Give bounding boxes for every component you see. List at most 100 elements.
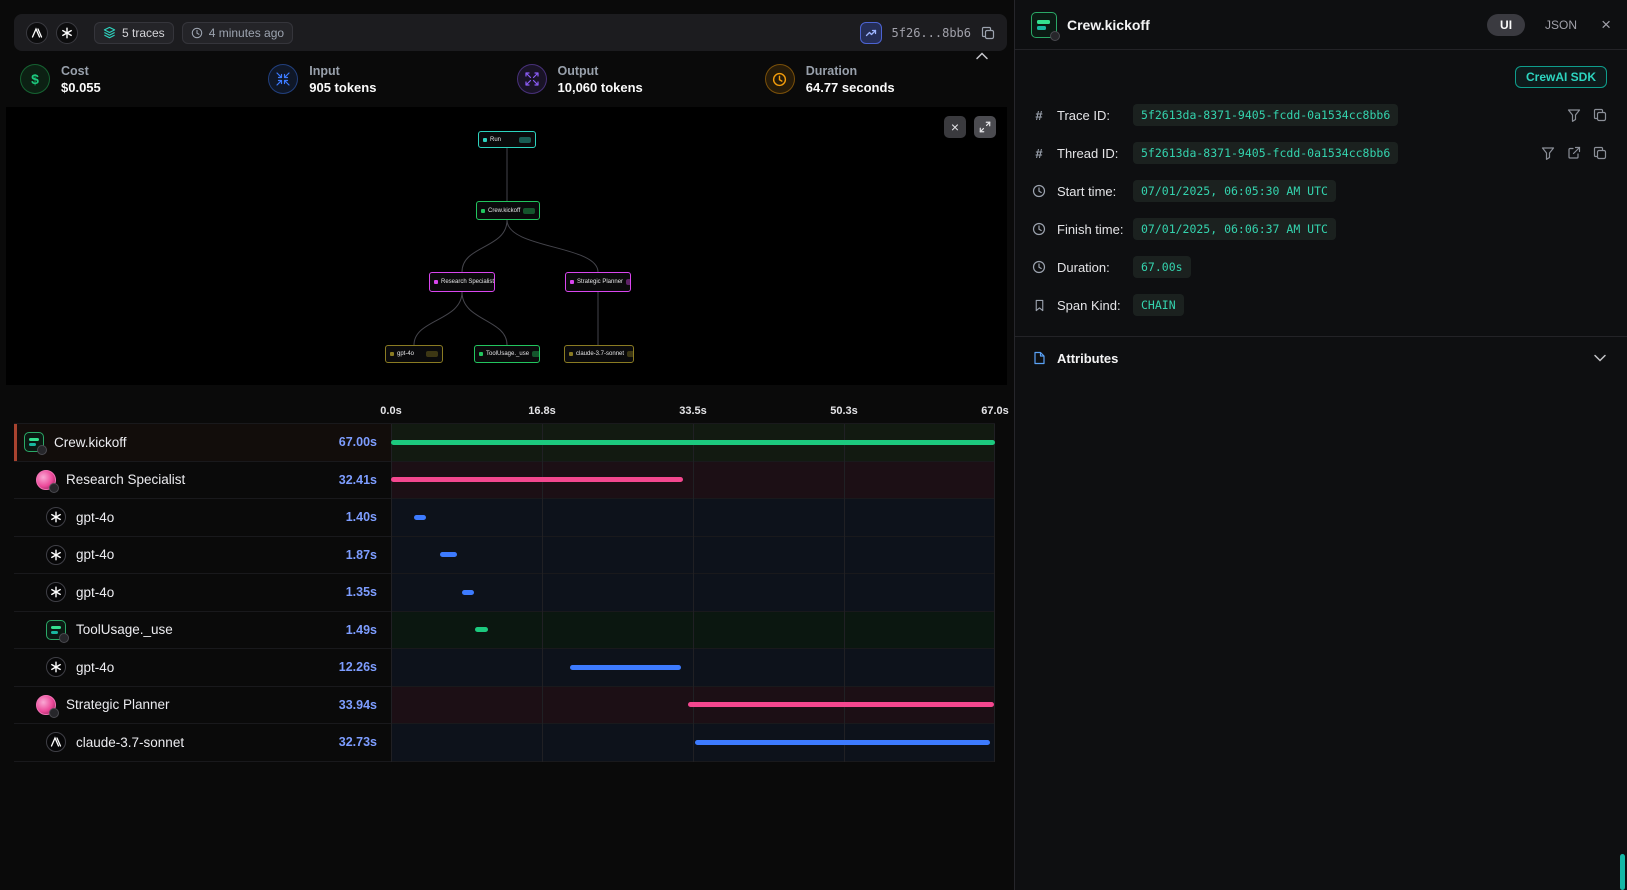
- open-external-button[interactable]: [1567, 146, 1581, 160]
- details-header: Crew.kickoff UI JSON ×: [1015, 0, 1627, 50]
- trace-main-area: 5 traces 4 minutes ago 5f26...8bb6 $ Cos…: [0, 0, 1007, 890]
- node-dot: [569, 352, 573, 356]
- trace-header-bar: 5 traces 4 minutes ago 5f26...8bb6: [14, 14, 1007, 51]
- time-ago-label: 4 minutes ago: [209, 26, 284, 40]
- scrollbar-thumb[interactable]: [1620, 854, 1625, 890]
- collapse-stats-button[interactable]: [975, 51, 989, 61]
- span-duration: 12.26s: [339, 660, 377, 674]
- field-label: Trace ID:: [1057, 108, 1133, 123]
- copy-icon: [981, 26, 995, 40]
- span-bar[interactable]: [440, 552, 457, 557]
- trace-stats-row: $ Cost $0.055 Input 905 tokens Output 10…: [14, 55, 1007, 103]
- close-icon: ×: [951, 120, 959, 134]
- graph-node-toolusage[interactable]: ToolUsage._use: [474, 345, 540, 363]
- span-bar[interactable]: [475, 627, 488, 632]
- stat-input: Input 905 tokens: [262, 64, 510, 95]
- hash-icon: #: [1031, 108, 1047, 123]
- field-value: 07/01/2025, 06:06:37 AM UTC: [1133, 218, 1336, 240]
- attributes-toggle[interactable]: Attributes: [1015, 337, 1627, 379]
- node-label: Run: [490, 137, 501, 143]
- span-label: Strategic Planner: [66, 697, 170, 712]
- span-bar[interactable]: [391, 477, 683, 482]
- graph-expand-button[interactable]: [974, 116, 996, 138]
- graph-close-button[interactable]: ×: [944, 116, 966, 138]
- layers-icon: [103, 26, 116, 39]
- graph-node-claude[interactable]: claude-3.7-sonnet: [564, 345, 634, 363]
- close-panel-button[interactable]: ×: [1601, 16, 1611, 33]
- span-bar[interactable]: [688, 702, 994, 707]
- span-duration: 32.73s: [339, 735, 377, 749]
- stat-duration-label: Duration: [806, 64, 895, 78]
- graph-node-crew-kickoff[interactable]: Crew.kickoff: [476, 201, 540, 220]
- graph-node-run[interactable]: Run: [478, 131, 536, 148]
- crewai-sdk-badge[interactable]: CrewAI SDK: [1515, 66, 1607, 88]
- node-chip: [627, 351, 634, 357]
- chevron-down-icon: [1593, 353, 1607, 363]
- span-label: gpt-4o: [76, 585, 114, 600]
- graph-node-gpt-4o[interactable]: gpt-4o: [385, 345, 443, 363]
- graph-node-research-specialist[interactable]: Research Specialist: [429, 272, 495, 292]
- node-label: Crew.kickoff: [488, 208, 520, 214]
- span-bar[interactable]: [695, 740, 990, 745]
- node-label: gpt-4o: [397, 351, 414, 357]
- anthropic-icon: [46, 732, 66, 752]
- tab-json[interactable]: JSON: [1545, 18, 1577, 32]
- copy-button[interactable]: [1593, 108, 1607, 122]
- span-rows: Crew.kickoff 67.00s Research Specialist …: [14, 423, 995, 762]
- span-row-gpt-4o[interactable]: gpt-4o 1.35s: [14, 574, 995, 612]
- field-trace-id: # Trace ID: 5f2613da-8371-9405-fcdd-0a15…: [1015, 96, 1627, 134]
- node-label: ToolUsage._use: [486, 351, 529, 357]
- span-bar[interactable]: [414, 515, 427, 520]
- axis-tick: 0.0s: [380, 405, 401, 417]
- clock-icon: [1031, 184, 1047, 198]
- trend-chip-button[interactable]: [860, 22, 882, 44]
- span-row-gpt-4o[interactable]: gpt-4o 1.40s: [14, 499, 995, 537]
- file-icon: [1031, 351, 1047, 365]
- span-label: ToolUsage._use: [76, 622, 173, 637]
- node-label: claude-3.7-sonnet: [576, 351, 624, 357]
- node-dot: [570, 280, 574, 284]
- copy-button[interactable]: [1593, 146, 1607, 160]
- node-dot: [479, 352, 483, 356]
- graph-node-strategic-planner[interactable]: Strategic Planner: [565, 272, 631, 292]
- field-label: Start time:: [1057, 184, 1133, 199]
- traces-count-chip[interactable]: 5 traces: [94, 22, 174, 44]
- funnel-icon: [1567, 108, 1581, 122]
- agentops-badge-icon: [49, 483, 59, 493]
- span-duration: 1.40s: [346, 510, 377, 524]
- graph-edges: [6, 107, 1007, 385]
- span-bar[interactable]: [462, 590, 474, 595]
- openai-icon: [46, 582, 66, 602]
- openai-icon: [46, 657, 66, 677]
- span-row-crew-kickoff[interactable]: Crew.kickoff 67.00s: [14, 424, 995, 462]
- tab-ui[interactable]: UI: [1487, 14, 1525, 36]
- agentops-badge-icon: [59, 633, 69, 643]
- span-duration: 33.94s: [339, 698, 377, 712]
- span-bar[interactable]: [391, 440, 995, 445]
- trending-up-icon: [865, 27, 877, 39]
- span-label: claude-3.7-sonnet: [76, 735, 184, 750]
- openai-logo-icon: [56, 22, 78, 44]
- span-row-gpt-4o[interactable]: gpt-4o 12.26s: [14, 649, 995, 687]
- openai-icon: [46, 545, 66, 565]
- span-row-gpt-4o[interactable]: gpt-4o 1.87s: [14, 537, 995, 575]
- node-chip: [532, 351, 540, 357]
- filter-button[interactable]: [1541, 146, 1555, 160]
- span-label: Crew.kickoff: [54, 435, 127, 450]
- span-bar[interactable]: [570, 665, 681, 670]
- openai-icon: [46, 507, 66, 527]
- field-value: CHAIN: [1133, 294, 1184, 316]
- agentops-badge-icon: [49, 708, 59, 718]
- copy-trace-id-button[interactable]: [981, 26, 995, 40]
- bookmark-icon: [1031, 299, 1047, 312]
- span-row-research-specialist[interactable]: Research Specialist 32.41s: [14, 462, 995, 500]
- anthropic-logo-icon: [26, 22, 48, 44]
- funnel-icon: [1541, 146, 1555, 160]
- span-row-claude[interactable]: claude-3.7-sonnet 32.73s: [14, 724, 995, 762]
- span-row-toolusage[interactable]: ToolUsage._use 1.49s: [14, 612, 995, 650]
- time-axis: 0.0s 16.8s 33.5s 50.3s 67.0s: [391, 395, 995, 423]
- span-row-strategic-planner[interactable]: Strategic Planner 33.94s: [14, 687, 995, 725]
- clock-icon: [191, 27, 203, 39]
- field-value: 07/01/2025, 06:05:30 AM UTC: [1133, 180, 1336, 202]
- filter-button[interactable]: [1567, 108, 1581, 122]
